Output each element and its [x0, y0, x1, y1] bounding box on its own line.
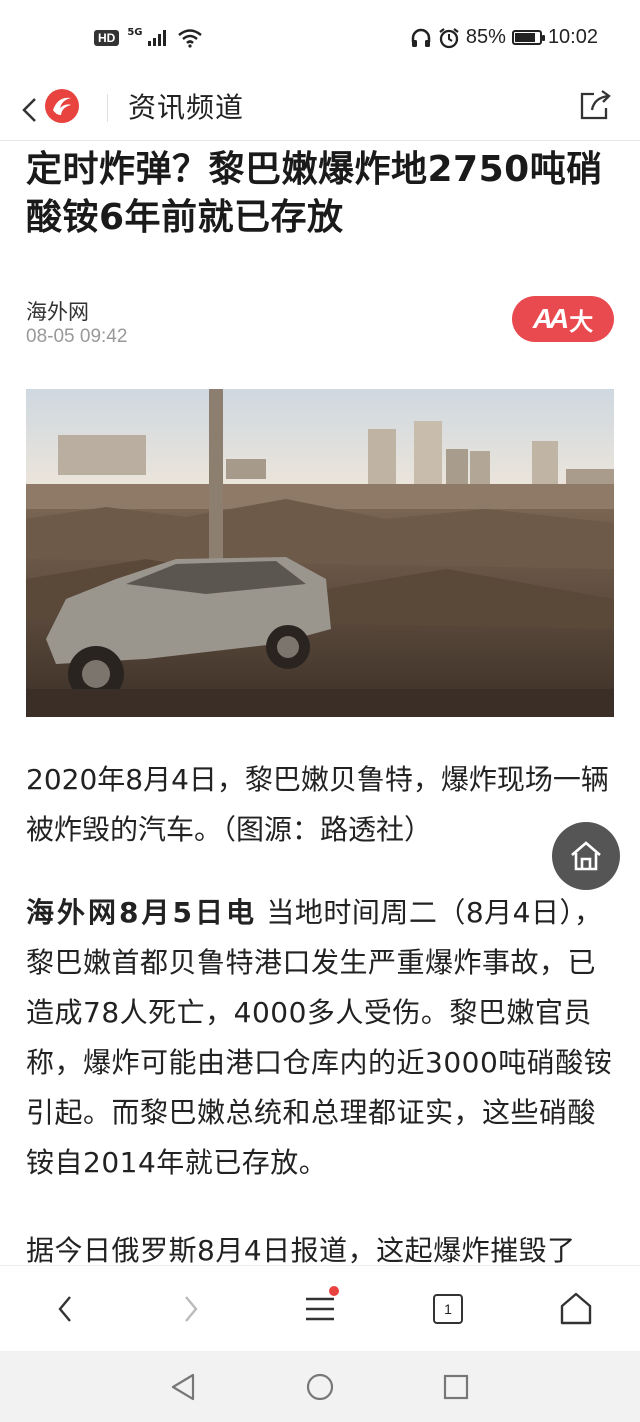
explosion-scene-image: [26, 389, 614, 717]
forward-icon: [185, 1296, 198, 1322]
circle-home-icon: [306, 1373, 334, 1401]
share-button[interactable]: [578, 88, 612, 122]
font-size-button[interactable]: AA 大: [512, 296, 614, 342]
channel-title: 资讯频道: [128, 91, 245, 124]
browser-back-button[interactable]: [40, 1284, 90, 1334]
wifi-icon: [177, 29, 202, 48]
tabs-icon: 1: [433, 1294, 463, 1324]
browser-forward-button[interactable]: [166, 1284, 216, 1334]
article-time: 08-05 09:42: [26, 326, 128, 347]
triangle-back-icon: [171, 1373, 195, 1401]
status-bar: HD 5G 85% 10:02: [0, 0, 640, 80]
article-photo[interactable]: [26, 389, 614, 717]
headphones-icon: [411, 28, 431, 47]
browser-tabs-button[interactable]: 1: [423, 1284, 473, 1334]
clock: 10:02: [547, 26, 598, 48]
paragraph-text: 当地时间周二（8月4日），黎巴嫩首都贝鲁特港口发生严重爆炸事故，已造成78人死亡…: [26, 896, 613, 1179]
system-recents-button[interactable]: [436, 1369, 476, 1405]
chevron-left-icon: [22, 98, 36, 122]
status-right: 85% 10:02: [410, 26, 598, 49]
ifeng-logo-icon: [45, 89, 79, 123]
nav-divider: [107, 94, 108, 122]
status-left: HD 5G: [94, 26, 203, 48]
font-size-label: 大: [569, 307, 594, 336]
font-size-icon: AA: [532, 303, 570, 334]
battery-fill: [514, 33, 536, 42]
system-nav-bar: [0, 1351, 640, 1422]
browser-menu-button[interactable]: [295, 1284, 345, 1334]
battery-icon: [511, 30, 545, 45]
browser-home-button[interactable]: [551, 1284, 601, 1334]
image-caption: 2020年8月4日，黎巴嫩贝鲁特，爆炸现场一辆被炸毁的汽车。（图源：路透社）: [26, 763, 609, 846]
notification-dot: [329, 1286, 339, 1296]
article-source[interactable]: 海外网: [26, 296, 89, 326]
article-headline: 定时炸弹？黎巴嫩爆炸地2750吨硝酸铵6年前就已存放: [26, 149, 603, 238]
alarm-icon: [439, 27, 459, 48]
menu-icon: [306, 1297, 334, 1321]
signal-icon: [147, 30, 166, 46]
share-icon: [580, 90, 611, 120]
system-back-button[interactable]: [163, 1369, 203, 1405]
back-button[interactable]: [14, 90, 46, 130]
home-icon: [560, 1292, 592, 1325]
page: HD 5G 85% 10:02 资讯频道 定时炸弹？黎巴嫩爆炸地2750吨硝酸铵…: [0, 0, 640, 1422]
square-recents-icon: [443, 1374, 469, 1400]
home-fab-button[interactable]: [552, 822, 620, 890]
battery-percent: 85%: [465, 26, 506, 48]
network-type: 5G: [127, 26, 143, 38]
system-home-button[interactable]: [300, 1369, 340, 1405]
home-icon: [571, 841, 601, 871]
back-icon: [58, 1296, 71, 1322]
paragraph-lead: 海外网8月5日电: [26, 896, 257, 929]
browser-toolbar: 1: [0, 1265, 640, 1352]
top-nav: 资讯频道: [0, 80, 640, 141]
hd-badge: HD: [94, 30, 120, 46]
article-paragraph: 海外网8月5日电 当地时间周二（8月4日），黎巴嫩首都贝鲁特港口发生严重爆炸事故…: [26, 888, 618, 1188]
